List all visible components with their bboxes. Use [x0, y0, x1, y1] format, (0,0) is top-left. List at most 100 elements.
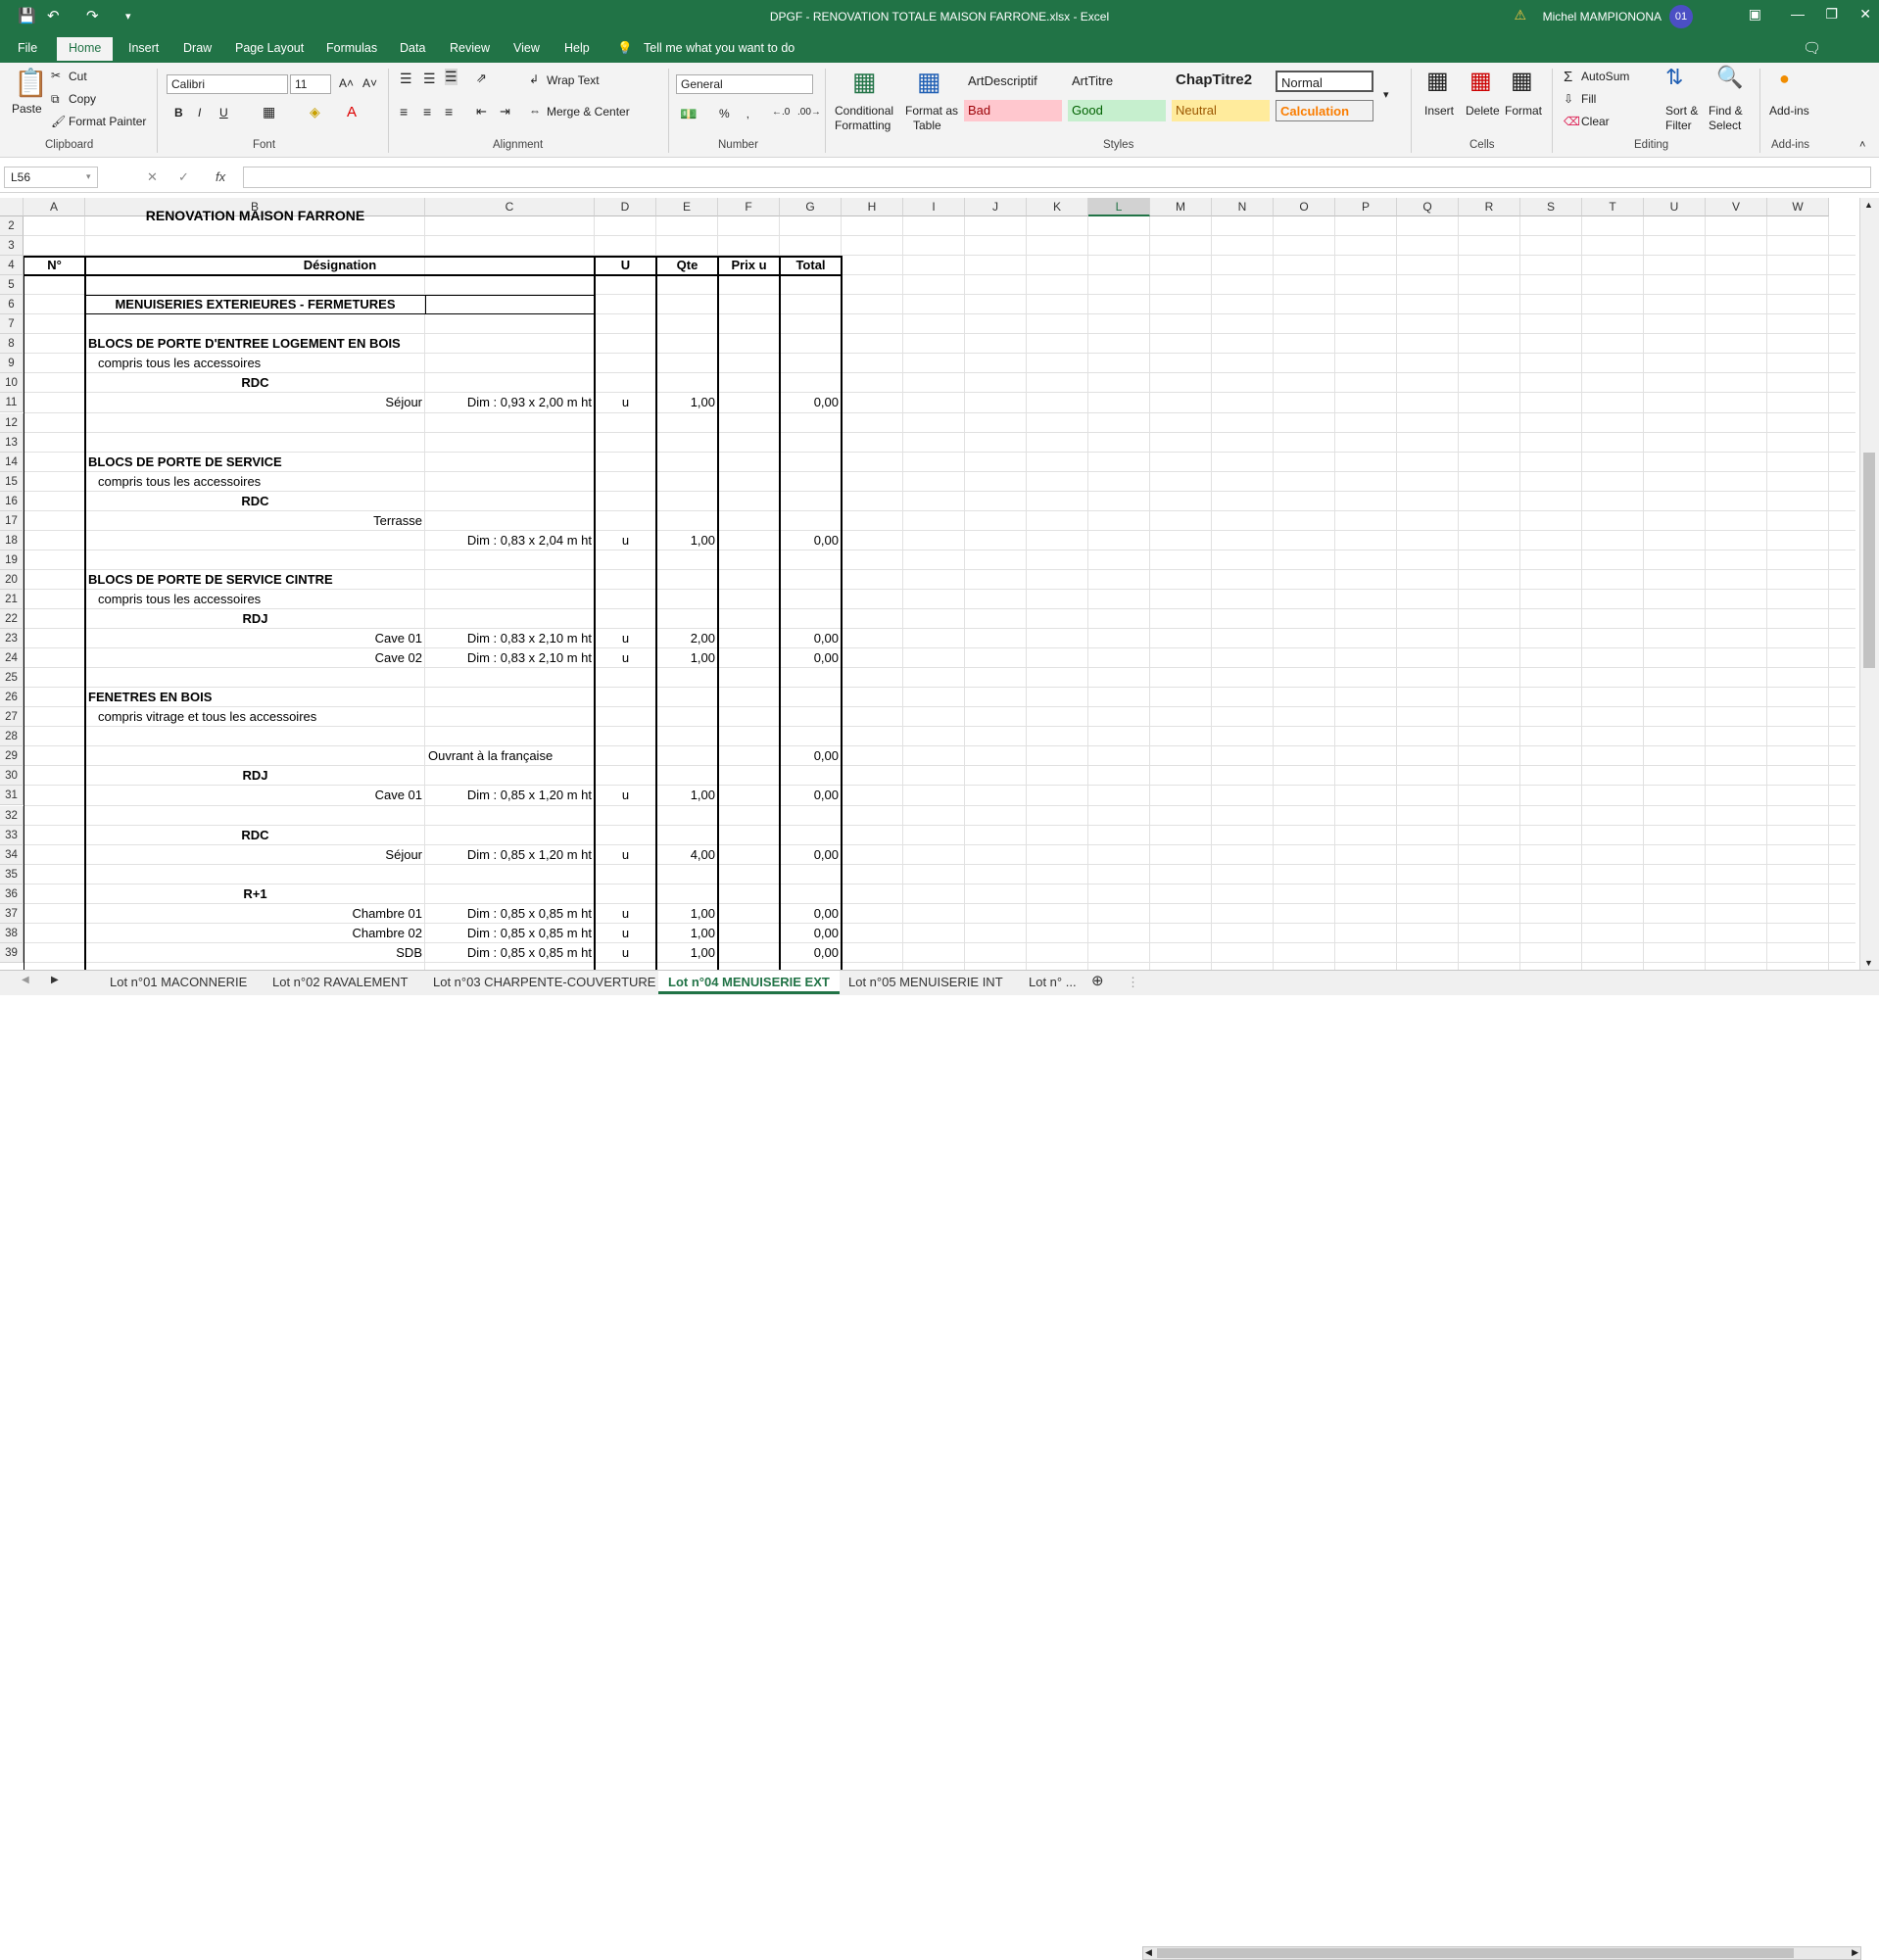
cell-G24[interactable]: 0,00: [780, 650, 839, 665]
column-header-R[interactable]: R: [1459, 198, 1520, 216]
vertical-scrollbar[interactable]: ▲ ▼: [1859, 198, 1879, 970]
scroll-right-icon[interactable]: ▶: [1852, 1947, 1858, 1958]
column-header-L[interactable]: L: [1088, 198, 1150, 216]
clear-icon[interactable]: ⌫: [1564, 115, 1580, 128]
cell-C39[interactable]: Dim : 0,85 x 0,85 m ht: [425, 945, 592, 960]
column-header-N[interactable]: N: [1212, 198, 1274, 216]
autosum-button[interactable]: AutoSum: [1581, 70, 1629, 83]
row-header-34[interactable]: 34: [0, 844, 24, 865]
tab-home[interactable]: Home: [57, 37, 114, 63]
minimize-icon[interactable]: —: [1791, 6, 1805, 22]
column-header-Q[interactable]: Q: [1397, 198, 1459, 216]
sheet-tab-lot-02[interactable]: Lot n°02 RAVALEMENT: [272, 975, 408, 989]
decrease-decimal-icon[interactable]: .00→: [797, 107, 821, 118]
row-header-33[interactable]: 33: [0, 825, 24, 845]
cell-B8[interactable]: BLOCS DE PORTE D'ENTREE LOGEMENT EN BOIS: [88, 336, 401, 351]
row-header-21[interactable]: 21: [0, 589, 24, 609]
copy-icon[interactable]: ⧉: [51, 92, 60, 107]
insert-cells-icon[interactable]: ▦: [1426, 67, 1449, 95]
sheet-tab-lot-05[interactable]: Lot n°05 MENUISERIE INT: [848, 975, 1003, 989]
number-format-select[interactable]: General: [676, 74, 813, 94]
cell-B30[interactable]: RDJ: [85, 768, 425, 783]
row-header-4[interactable]: 4: [0, 256, 24, 276]
tab-splitter-icon[interactable]: ⋮: [1127, 975, 1139, 990]
conditional-formatting-icon[interactable]: ▦: [852, 67, 877, 97]
cell-B24[interactable]: Cave 02: [85, 650, 422, 665]
column-header-W[interactable]: W: [1767, 198, 1829, 216]
cell-B22[interactable]: RDJ: [85, 611, 425, 626]
column-header-G[interactable]: G: [780, 198, 842, 216]
column-header-A[interactable]: A: [24, 198, 85, 216]
confirm-entry-icon[interactable]: ✓: [178, 169, 189, 185]
fill-button[interactable]: Fill: [1581, 92, 1596, 106]
increase-font-icon[interactable]: A˄: [339, 76, 354, 90]
style-good[interactable]: Good: [1068, 100, 1166, 121]
copy-button[interactable]: Copy: [69, 92, 96, 106]
cell-C31[interactable]: Dim : 0,85 x 1,20 m ht: [425, 788, 592, 802]
conditional-formatting-label[interactable]: Conditional: [835, 104, 893, 118]
fill-icon[interactable]: ⇩: [1564, 92, 1573, 106]
row-header-5[interactable]: 5: [0, 275, 24, 296]
close-icon[interactable]: ✕: [1859, 6, 1871, 23]
cell-E18[interactable]: 1,00: [656, 533, 715, 548]
cell-G29[interactable]: 0,00: [780, 748, 839, 763]
cell-D24[interactable]: u: [595, 650, 656, 665]
tab-insert[interactable]: Insert: [128, 41, 159, 55]
cell-C24[interactable]: Dim : 0,83 x 2,10 m ht: [425, 650, 592, 665]
scroll-tabs-left-icon[interactable]: ◀: [22, 975, 29, 985]
warning-icon[interactable]: ⚠: [1514, 7, 1526, 24]
cell-D23[interactable]: u: [595, 631, 656, 645]
cell-B33[interactable]: RDC: [85, 828, 425, 842]
add-ins-icon[interactable]: ●: [1779, 69, 1790, 89]
cell-C11[interactable]: Dim : 0,93 x 2,00 m ht: [425, 395, 592, 409]
row-header-29[interactable]: 29: [0, 746, 24, 767]
tab-view[interactable]: View: [513, 41, 540, 55]
row-header-13[interactable]: 13: [0, 432, 24, 453]
tab-file[interactable]: File: [18, 41, 37, 55]
format-cells-icon[interactable]: ▦: [1511, 67, 1533, 95]
cell-B26[interactable]: FENETRES EN BOIS: [88, 690, 212, 704]
font-name-select[interactable]: Calibri: [167, 74, 288, 94]
cell-B17[interactable]: Terrasse: [85, 513, 422, 528]
row-header-2[interactable]: 2: [0, 216, 24, 237]
select-all-corner[interactable]: [0, 198, 24, 216]
row-header-23[interactable]: 23: [0, 629, 24, 649]
cell-B37[interactable]: Chambre 01: [85, 906, 422, 921]
cell-D18[interactable]: u: [595, 533, 656, 548]
column-header-I[interactable]: I: [903, 198, 965, 216]
tab-draw[interactable]: Draw: [183, 41, 212, 55]
comments-icon[interactable]: 🗨: [1803, 39, 1821, 57]
row-header-7[interactable]: 7: [0, 314, 24, 335]
format-as-table-label-2[interactable]: Table: [913, 119, 941, 132]
cell-B27[interactable]: compris vitrage et tous les accessoires: [98, 709, 316, 724]
column-header-F[interactable]: F: [718, 198, 780, 216]
borders-icon[interactable]: ▦: [263, 104, 275, 120]
find-select-icon[interactable]: 🔍: [1716, 65, 1743, 90]
sheet-tab-lot-01[interactable]: Lot n°01 MACONNERIE: [110, 975, 247, 989]
cell-B38[interactable]: Chambre 02: [85, 926, 422, 940]
scroll-left-icon[interactable]: ◀: [1145, 1947, 1152, 1958]
cut-icon[interactable]: ✂: [51, 69, 61, 82]
name-box[interactable]: L56: [4, 167, 98, 188]
style-chaptitre2[interactable]: ChapTitre2: [1172, 69, 1270, 90]
format-painter-button[interactable]: Format Painter: [69, 115, 146, 128]
formula-input[interactable]: [243, 167, 1871, 188]
percent-button[interactable]: %: [719, 107, 730, 120]
collapse-ribbon-icon[interactable]: ˄: [1859, 139, 1865, 151]
row-header-16[interactable]: 16: [0, 491, 24, 511]
column-header-P[interactable]: P: [1335, 198, 1397, 216]
column-header-U[interactable]: U: [1644, 198, 1706, 216]
cell-C23[interactable]: Dim : 0,83 x 2,10 m ht: [425, 631, 592, 645]
align-bottom-icon[interactable]: ☰: [445, 69, 458, 85]
align-middle-icon[interactable]: ☰: [423, 71, 436, 87]
row-header-32[interactable]: 32: [0, 805, 24, 826]
clear-button[interactable]: Clear: [1581, 115, 1610, 128]
row-header-26[interactable]: 26: [0, 688, 24, 708]
style-artdescriptif[interactable]: ArtDescriptif: [964, 71, 1062, 92]
align-top-icon[interactable]: ☰: [400, 71, 412, 87]
cell-E31[interactable]: 1,00: [656, 788, 715, 802]
find-select-label[interactable]: Find &: [1709, 104, 1743, 118]
style-bad[interactable]: Bad: [964, 100, 1062, 121]
column-header-E[interactable]: E: [656, 198, 718, 216]
align-center-icon[interactable]: ≡: [423, 104, 431, 120]
